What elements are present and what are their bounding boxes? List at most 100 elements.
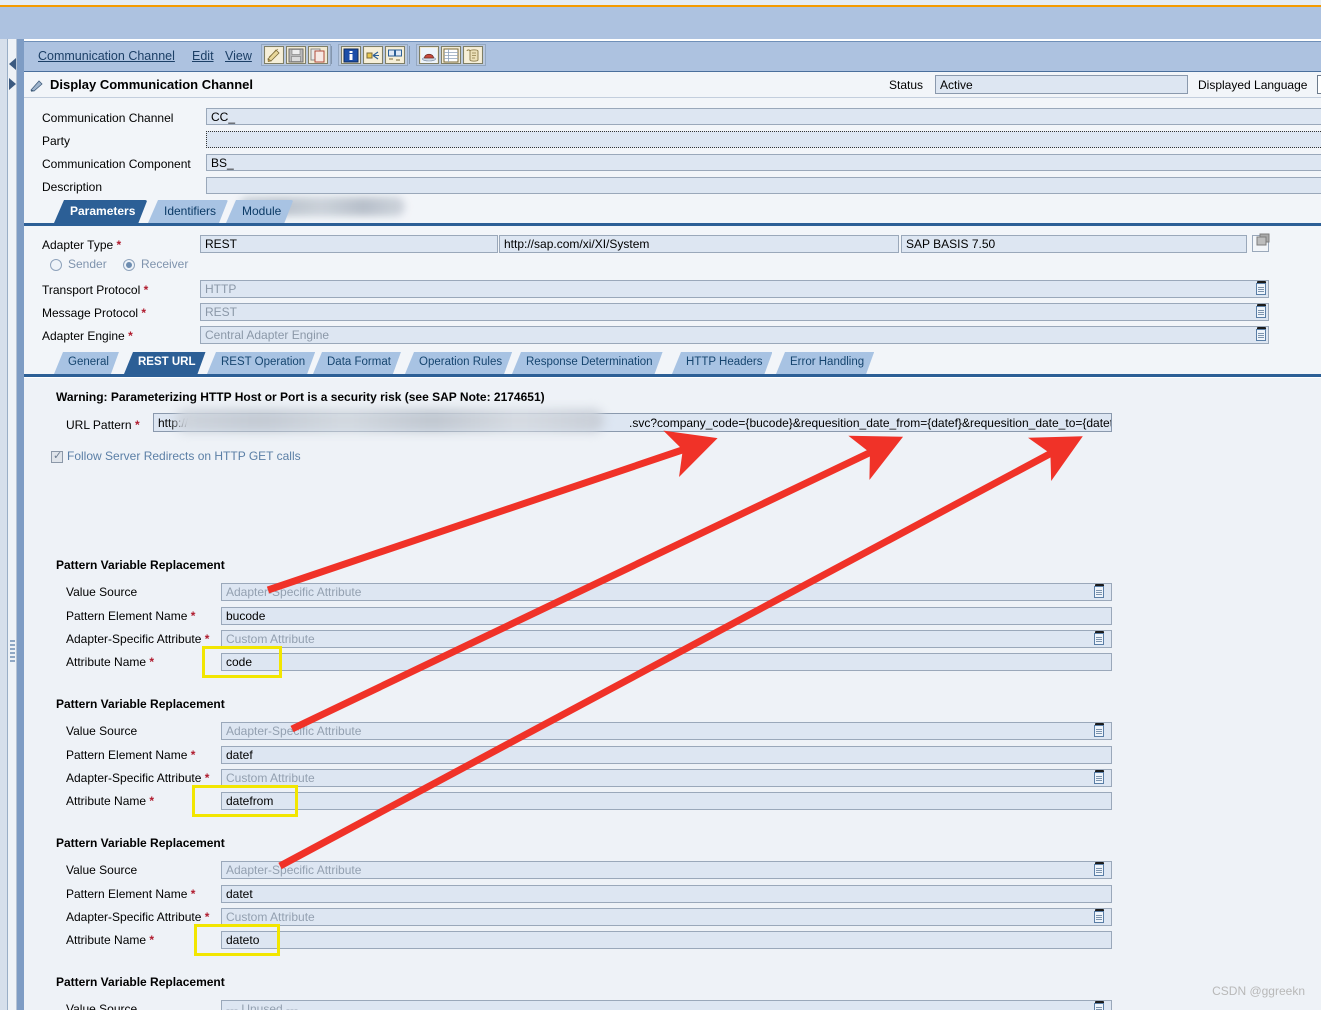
tab-error-handling[interactable]: Error Handling (776, 352, 874, 374)
table-icon[interactable] (441, 46, 461, 64)
window-stack-icon (1256, 232, 1272, 248)
communication-channel-field[interactable]: CC_ (206, 108, 1321, 125)
message-protocol-value-help-icon[interactable] (1255, 304, 1268, 319)
display-object-icon[interactable] (419, 46, 439, 64)
menu-bar: Communication Channel Edit View (24, 41, 1321, 71)
rest-url-pane: Warning: Parameterizing HTTP Host or Por… (24, 377, 1321, 1010)
where-used-icon[interactable] (363, 46, 383, 64)
radio-sender[interactable] (50, 259, 62, 271)
adapter-engine-field[interactable]: Central Adapter Engine (200, 326, 1269, 344)
menu-edit[interactable]: Edit (192, 49, 214, 63)
pattern-element-name-field-3[interactable]: datet (221, 885, 1112, 903)
pattern-element-name-field-2[interactable]: datef (221, 746, 1112, 764)
tab-identifiers[interactable]: Identifiers (148, 200, 228, 223)
page-title: Display Communication Channel (50, 77, 253, 92)
message-protocol-field[interactable]: REST (200, 303, 1269, 321)
value-source-field-1[interactable]: Adapter-Specific Attribute (221, 583, 1112, 601)
splitter-expand-icon[interactable] (9, 78, 16, 90)
copy-icon[interactable] (308, 46, 328, 64)
tab-parameters[interactable]: Parameters (54, 200, 147, 223)
follow-redirects-checkbox[interactable] (51, 449, 63, 463)
adapter-specific-attribute-field-2[interactable]: Custom Attribute (221, 769, 1112, 787)
adapter-specific-attribute-field-3[interactable]: Custom Attribute (221, 908, 1112, 926)
edit-pencil-icon[interactable] (264, 46, 284, 64)
pen-object-icon (30, 78, 45, 92)
party-field[interactable] (206, 131, 1321, 148)
tab-module[interactable]: Module (226, 200, 293, 223)
message-protocol-label: Message Protocol * (42, 306, 147, 320)
adapter-section: Adapter Type * REST http://sap.com/xi/XI… (24, 226, 1321, 344)
transport-protocol-value-help-icon[interactable] (1255, 281, 1268, 296)
toolbar-group-display (416, 44, 486, 66)
info-icon[interactable] (341, 46, 361, 64)
pattern-element-name-field-1[interactable]: bucode (221, 607, 1112, 625)
pattern-group-title-4: Pattern Variable Replacement (56, 975, 225, 989)
window-accent-bar (0, 0, 1321, 7)
adapter-specific-attribute-value-help-icon-3[interactable] (1093, 909, 1106, 924)
attribute-name-label-1: Attribute Name * (66, 655, 155, 669)
value-source-field-3[interactable]: Adapter-Specific Attribute (221, 861, 1112, 879)
toolbar-group-info (338, 44, 408, 66)
value-source-label-4: Value Source (66, 1002, 138, 1010)
value-source-field-2[interactable]: Adapter-Specific Attribute (221, 722, 1112, 740)
history-icon[interactable] (463, 46, 483, 64)
communication-component-field[interactable]: BS_ (206, 154, 1321, 171)
value-source-value-help-icon-1[interactable] (1093, 584, 1106, 599)
value-source-value-help-icon-3[interactable] (1093, 862, 1106, 877)
attribute-name-highlight-2 (192, 785, 298, 817)
value-source-label-2: Value Source (66, 724, 138, 738)
required-marker: * (116, 238, 122, 252)
toolbar-group-object (261, 44, 331, 66)
menu-communication-channel[interactable]: Communication Channel (38, 49, 175, 63)
adapter-specific-attribute-label-1: Adapter-Specific Attribute * (66, 632, 210, 646)
attribute-name-field-3[interactable]: dateto (221, 931, 1112, 949)
tab-data-format[interactable]: Data Format (313, 352, 401, 374)
url-pattern-label: URL Pattern * (66, 418, 140, 432)
tab-rest-operation[interactable]: REST Operation (207, 352, 315, 374)
window-chrome-bar (0, 7, 1321, 39)
tab-rest-url[interactable]: REST URL (124, 352, 206, 374)
adapter-swcv-field: SAP BASIS 7.50 (901, 235, 1247, 253)
value-source-label-1: Value Source (66, 585, 138, 599)
radio-receiver[interactable] (123, 259, 135, 271)
pattern-group-title-2: Pattern Variable Replacement (56, 697, 225, 711)
left-splitter[interactable] (8, 39, 17, 1010)
value-source-value-help-icon-2[interactable] (1093, 723, 1106, 738)
adapter-specific-attribute-value-help-icon-2[interactable] (1093, 770, 1106, 785)
tab-general[interactable]: General (54, 352, 119, 374)
pattern-element-name-label-1: Pattern Element Name * (66, 609, 196, 623)
page-header: Display Communication Channel Status Act… (24, 72, 1321, 98)
value-source-value-help-icon-4[interactable] (1093, 1001, 1106, 1010)
description-label: Description (42, 180, 103, 194)
radio-sender-label: Sender (68, 257, 107, 271)
toolbar-separator-1 (331, 46, 332, 64)
attribute-name-field-2[interactable]: datefrom (221, 792, 1112, 810)
follow-redirects-label: Follow Server Redirects on HTTP GET call… (67, 449, 301, 463)
splitter-grip[interactable] (10, 640, 15, 662)
adapter-engine-value-help-icon[interactable] (1255, 327, 1268, 342)
communication-channel-label: Communication Channel (42, 111, 174, 125)
compare-icon[interactable] (385, 46, 405, 64)
description-field[interactable] (206, 177, 1321, 194)
save-icon[interactable] (286, 46, 306, 64)
value-source-label-3: Value Source (66, 863, 138, 877)
app-window: Communication Channel Edit View Display … (0, 0, 1321, 1010)
pattern-element-name-label-3: Pattern Element Name * (66, 887, 196, 901)
adapter-type-field[interactable]: REST (200, 235, 498, 253)
status-label: Status (889, 78, 924, 92)
attribute-name-highlight-1 (202, 646, 282, 678)
value-source-field-4[interactable]: --- Unused --- (221, 1000, 1112, 1010)
adapter-specific-attribute-value-help-icon-1[interactable] (1093, 631, 1106, 646)
tab-response-determination[interactable]: Response Determination (512, 352, 663, 374)
status-value: Active (935, 75, 1188, 94)
security-warning-text: Warning: Parameterizing HTTP Host or Por… (56, 390, 545, 404)
tab-http-headers[interactable]: HTTP Headers (672, 352, 772, 374)
tab-operation-rules[interactable]: Operation Rules (405, 352, 512, 374)
displayed-language-value[interactable]: Eng (1317, 75, 1321, 94)
menu-view[interactable]: View (225, 49, 252, 63)
adapter-specific-attribute-field-1[interactable]: Custom Attribute (221, 630, 1112, 648)
transport-protocol-field[interactable]: HTTP (200, 280, 1269, 298)
splitter-collapse-icon[interactable] (9, 58, 16, 70)
attribute-name-field-1[interactable]: code (221, 653, 1112, 671)
adapter-specific-attribute-label-2: Adapter-Specific Attribute * (66, 771, 210, 785)
